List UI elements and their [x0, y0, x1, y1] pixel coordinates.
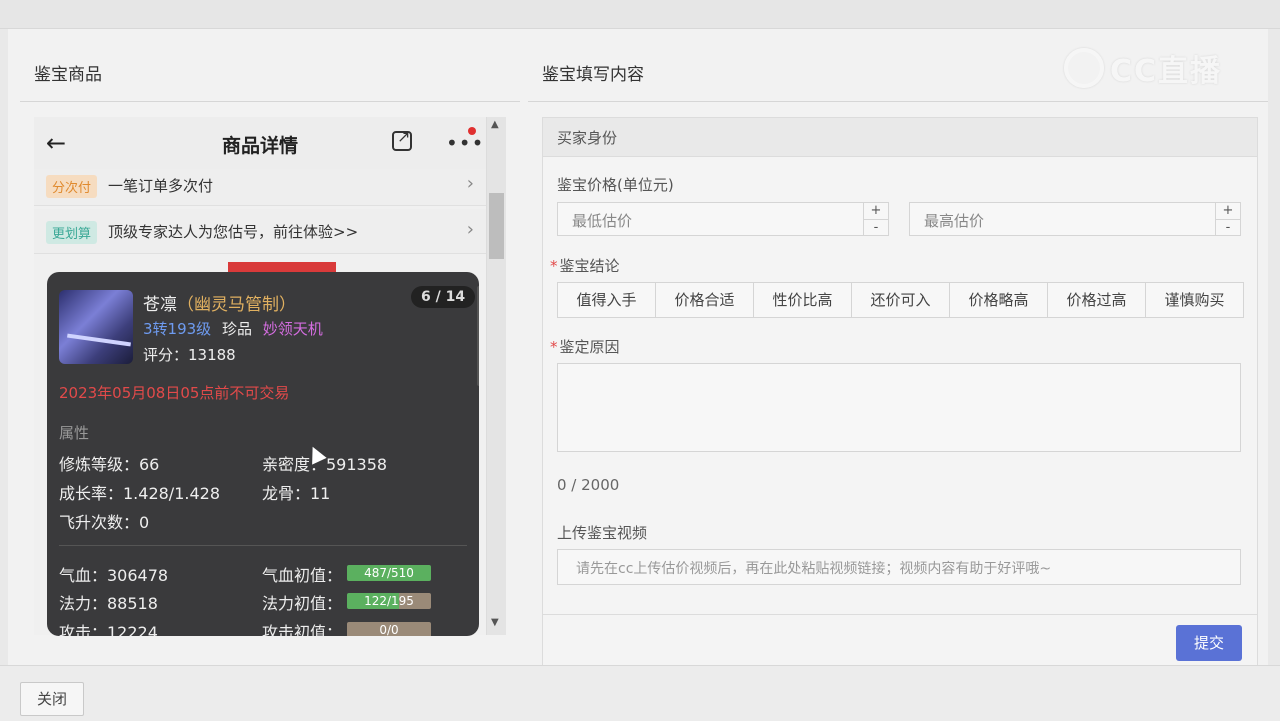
pet-avatar: [59, 290, 133, 364]
form-section-header: 买家身份: [543, 118, 1257, 157]
pet-name-line: 苍凛（幽灵马管制）: [143, 290, 296, 315]
attr-mp: 法力：88518: [59, 594, 158, 613]
right-title-divider: [528, 101, 1268, 102]
preview-title: 商品详情: [221, 135, 298, 157]
form-footer-divider: [542, 614, 1258, 615]
card-scrollbar[interactable]: [477, 286, 479, 386]
red-banner: [228, 262, 336, 272]
attack-init-bar: 0/0: [347, 622, 431, 636]
attr-hp: 气血：306478: [59, 566, 169, 585]
reason-label: * 鉴定原因: [550, 336, 620, 357]
appraisal-tag: 更划算: [46, 221, 98, 244]
pet-quality: 珍品: [221, 320, 252, 338]
left-title-divider: [20, 101, 520, 102]
share-icon[interactable]: [392, 127, 412, 151]
increment-icon[interactable]: +: [1216, 203, 1240, 220]
pet-level: 3转193级: [143, 320, 212, 338]
max-price-stepper[interactable]: + -: [1215, 203, 1240, 235]
page-indicator: 6 / 14: [411, 286, 476, 308]
required-mark: *: [550, 338, 558, 356]
reason-textarea[interactable]: [557, 363, 1241, 452]
attr-hp-init-label: 气血初值：: [262, 566, 343, 585]
chevron-right-icon: ›: [466, 219, 474, 240]
option-caution[interactable]: 谨慎购买: [1146, 283, 1243, 317]
decrement-icon[interactable]: -: [1216, 220, 1240, 236]
watermark-text: CC直播: [1110, 54, 1223, 89]
option-too-high[interactable]: 价格过高: [1048, 283, 1146, 317]
min-price-input[interactable]: 最低估价 + -: [557, 202, 889, 236]
decrement-icon[interactable]: -: [864, 220, 888, 236]
close-button[interactable]: 关闭: [20, 682, 84, 716]
attr-dragon-bone: 龙骨：11: [262, 484, 331, 503]
card-divider: [59, 545, 467, 546]
left-panel-title: 鉴宝商品: [34, 65, 102, 85]
more-icon[interactable]: •••: [446, 131, 484, 155]
video-link-placeholder: 请先在cc上传估价视频后，再在此处粘贴视频链接；视频内容有助于好评哦~: [576, 561, 1052, 577]
props-label: 属性: [59, 424, 90, 442]
watermark-logo: CC直播: [1064, 46, 1234, 90]
pet-name: 苍凛: [143, 295, 177, 315]
conclusion-label: * 鉴宝结论: [550, 255, 620, 276]
installment-text: 一笔订单多次付: [108, 177, 214, 195]
pet-level-line: 3转193级 珍品 妙领天机: [143, 318, 323, 339]
chevron-right-icon: ›: [466, 173, 474, 194]
video-link-input[interactable]: 请先在cc上传估价视频后，再在此处粘贴视频链接；视频内容有助于好评哦~: [557, 549, 1241, 585]
installment-tag: 分次付: [46, 175, 98, 198]
attr-attack-init-label: 攻击初值：: [262, 623, 343, 636]
max-price-input[interactable]: 最高估价 + -: [909, 202, 1241, 236]
list-item-installment[interactable]: 分次付 一笔订单多次付 ›: [34, 169, 486, 206]
increment-icon[interactable]: +: [864, 203, 888, 220]
conclusion-options: 值得入手 价格合适 性价比高 还价可入 价格略高 价格过高 谨慎购买: [557, 282, 1244, 318]
option-worth-buying[interactable]: 值得入手: [558, 283, 656, 317]
logo-ring-icon: [1064, 48, 1104, 88]
option-slightly-high[interactable]: 价格略高: [950, 283, 1048, 317]
reason-label-text: 鉴定原因: [559, 338, 620, 356]
preview-header: ← 商品详情 •••: [34, 117, 486, 169]
pet-score: 评分：13188: [143, 346, 236, 364]
top-bar: [0, 0, 1280, 29]
preview-scrollbar[interactable]: ▲ ▼: [487, 117, 506, 635]
hp-init-bar: 487/510: [347, 565, 431, 581]
video-label: 上传鉴宝视频: [557, 524, 648, 542]
required-mark: *: [550, 257, 558, 275]
dialog-footer: [0, 665, 1280, 721]
min-price-placeholder: 最低估价: [572, 212, 633, 230]
trade-restriction: 2023年05月08日05点前不可交易: [59, 384, 290, 402]
price-label: 鉴宝价格(单位元): [557, 176, 674, 194]
pet-name-note: （幽灵马管制）: [177, 295, 296, 315]
buyer-identity-label: 买家身份: [557, 129, 618, 147]
list-item-appraisal[interactable]: 更划算 顶级专家达人为您估号，前往体验>> ›: [34, 209, 486, 254]
option-fair-price[interactable]: 价格合适: [656, 283, 754, 317]
max-price-placeholder: 最高估价: [924, 212, 985, 230]
pet-detail-card: 苍凛（幽灵马管制） 6 / 14 3转193级 珍品 妙领天机 评分：13188…: [47, 272, 479, 636]
conclusion-label-text: 鉴宝结论: [559, 257, 620, 275]
attr-ascension: 飞升次数：0: [59, 513, 150, 532]
scroll-thumb[interactable]: [489, 193, 504, 259]
attr-attack: 攻击：12224: [59, 623, 158, 636]
scroll-down-icon[interactable]: ▼: [491, 617, 499, 628]
right-panel-title: 鉴宝填写内容: [542, 65, 644, 85]
min-price-stepper[interactable]: + -: [863, 203, 888, 235]
submit-button[interactable]: 提交: [1176, 625, 1242, 661]
attr-growth: 成长率：1.428/1.428: [59, 484, 221, 503]
mp-init-bar: 122/195: [347, 593, 431, 609]
option-bargain[interactable]: 还价可入: [852, 283, 950, 317]
notification-dot-icon: [468, 127, 476, 135]
attr-cultivation: 修炼等级：66: [59, 455, 160, 474]
option-good-value[interactable]: 性价比高: [754, 283, 852, 317]
attr-mp-init-label: 法力初值：: [262, 594, 343, 613]
appraisal-promo-text: 顶级专家达人为您估号，前往体验>>: [108, 223, 359, 241]
scroll-up-icon[interactable]: ▲: [491, 119, 499, 130]
pet-skill: 妙领天机: [262, 320, 323, 338]
char-counter: 0 / 2000: [557, 476, 620, 494]
